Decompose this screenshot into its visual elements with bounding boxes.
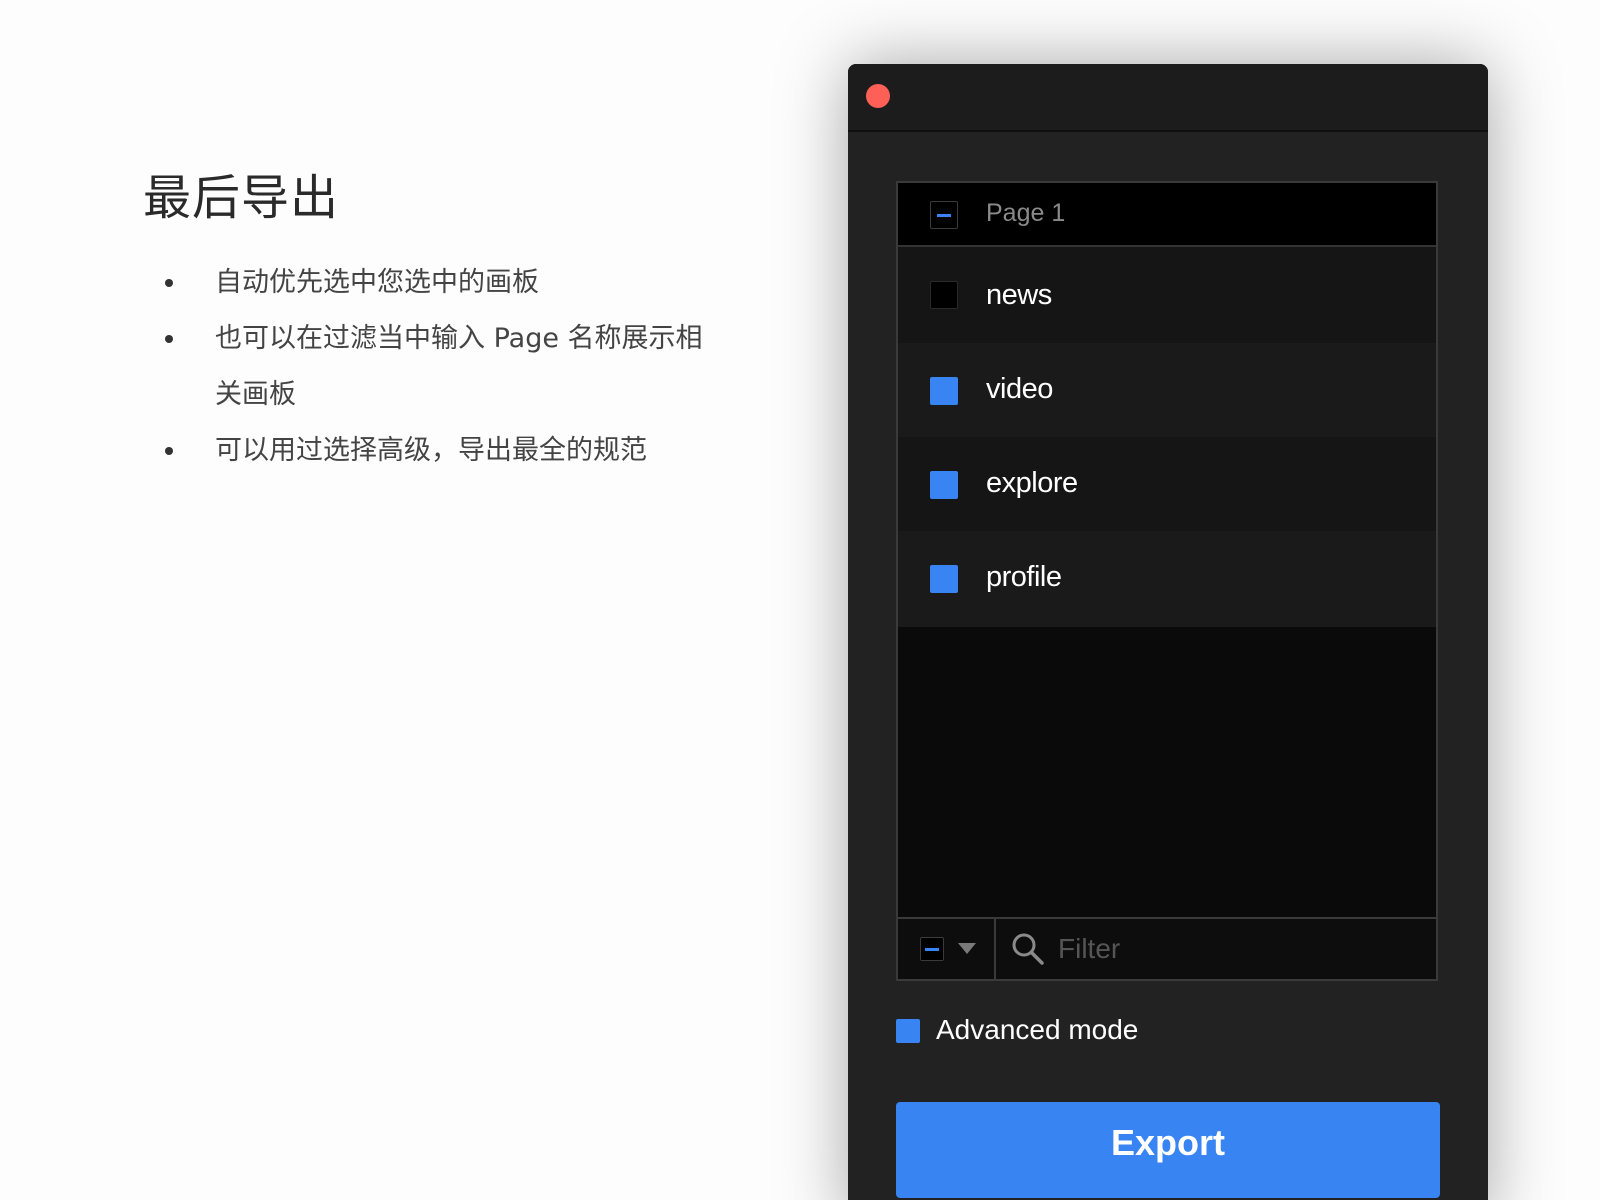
- list-item[interactable]: profile: [898, 531, 1436, 627]
- list-item[interactable]: explore: [898, 437, 1436, 533]
- slide-title: 最后导出: [143, 170, 340, 226]
- bullet-item: 自动优先选中您选中的画板: [165, 255, 725, 311]
- close-dot-icon[interactable]: [866, 84, 890, 108]
- advanced-mode-label: Advanced mode: [936, 1014, 1139, 1045]
- select-all-checkbox[interactable]: [920, 937, 944, 961]
- artboard-label: video: [986, 373, 1053, 405]
- artboard-checkbox-explore[interactable]: [930, 471, 958, 499]
- list-toolbar: [898, 917, 1436, 979]
- artboard-label: explore: [986, 467, 1078, 499]
- title-bar: [848, 64, 1488, 132]
- bullet-item: 可以用过选择高级，导出最全的规范: [165, 423, 725, 479]
- page-checkbox[interactable]: [930, 201, 958, 229]
- list-item[interactable]: video: [898, 343, 1436, 439]
- select-all-dropdown[interactable]: [898, 919, 996, 979]
- advanced-mode-checkbox[interactable]: [896, 1019, 920, 1043]
- page-header-row[interactable]: Page 1: [898, 183, 1436, 247]
- caret-down-icon[interactable]: [958, 943, 976, 954]
- search-icon: [1012, 933, 1044, 965]
- artboard-label: profile: [986, 561, 1062, 593]
- artboard-label: news: [986, 279, 1052, 311]
- slide: 最后导出 自动优先选中您选中的画板 也可以在过滤当中输入 Page 名称展示相关…: [0, 0, 1600, 1200]
- page-name: Page 1: [986, 199, 1066, 227]
- bullet-list: 自动优先选中您选中的画板 也可以在过滤当中输入 Page 名称展示相关画板 可以…: [165, 255, 725, 479]
- artboard-checkbox-news[interactable]: [930, 281, 958, 309]
- filter-input[interactable]: [1058, 927, 1418, 971]
- artboard-checkbox-video[interactable]: [930, 377, 958, 405]
- export-button[interactable]: Export: [896, 1102, 1440, 1198]
- bullet-item: 也可以在过滤当中输入 Page 名称展示相关画板: [165, 311, 725, 423]
- list-item[interactable]: news: [898, 247, 1436, 343]
- export-dialog: Page 1 news video explore profile Filter…: [848, 64, 1488, 1200]
- artboard-list: Page 1 news video explore profile: [896, 181, 1438, 981]
- artboard-checkbox-profile[interactable]: [930, 565, 958, 593]
